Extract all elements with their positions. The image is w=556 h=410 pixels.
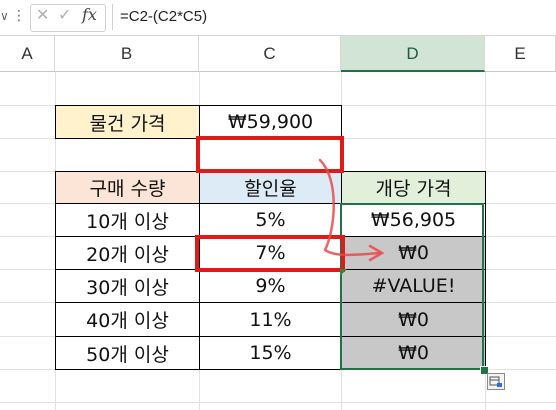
rate-value: 11% — [249, 308, 292, 331]
rate-cell[interactable]: 11% — [199, 302, 342, 337]
column-header-label: A — [21, 44, 33, 63]
qty-header: 구매 수량 — [89, 178, 166, 200]
rate-value: 9% — [255, 275, 286, 297]
insert-function-icon[interactable]: fx — [82, 5, 97, 24]
rate-value: 15% — [249, 342, 292, 364]
qty-cell[interactable]: 40개 이상 — [55, 302, 200, 337]
qty-value: 20개 이상 — [86, 243, 169, 266]
gridline — [0, 402, 556, 403]
rate-header: 할인율 — [244, 178, 297, 200]
qty-cell[interactable]: 30개 이상 — [55, 269, 200, 303]
column-header-label: D — [406, 44, 419, 63]
column-header-label: E — [514, 44, 526, 63]
price-label: 물건 가격 — [89, 112, 166, 135]
qty-header-cell[interactable]: 구매 수량 — [55, 171, 200, 204]
price-value-cell[interactable]: ₩59,900 — [199, 105, 342, 139]
rate-cell[interactable]: 9% — [199, 269, 342, 303]
qty-value: 30개 이상 — [86, 276, 169, 299]
column-header-e[interactable]: E — [485, 36, 556, 72]
name-box-dropdown-icon[interactable]: ∨ — [0, 9, 9, 23]
qty-value: 10개 이상 — [86, 210, 169, 233]
more-vert-icon[interactable]: ⋮ — [12, 8, 26, 24]
qty-cell[interactable]: 10개 이상 — [55, 203, 200, 237]
quick-analysis-glyph — [489, 376, 502, 387]
error-indicator-icon — [340, 269, 347, 276]
column-header-label: C — [263, 44, 276, 63]
rate-cell[interactable]: 15% — [199, 336, 342, 370]
column-header-d[interactable]: D — [341, 36, 485, 72]
qty-cell[interactable]: 20개 이상 — [55, 236, 200, 270]
column-header-c[interactable]: C — [199, 36, 341, 72]
enter-icon[interactable]: ✓ — [58, 5, 71, 24]
quick-analysis-icon[interactable] — [487, 373, 505, 390]
price-value: ₩59,900 — [227, 111, 314, 133]
qty-value: 40개 이상 — [86, 310, 169, 332]
column-header-label: B — [120, 44, 133, 63]
column-header-a[interactable]: A — [0, 36, 55, 72]
qty-value: 50개 이상 — [86, 343, 169, 366]
qty-cell[interactable]: 50개 이상 — [55, 336, 200, 370]
column-header-b[interactable]: B — [55, 36, 199, 72]
formula-input[interactable]: =C2-(C2*C5) — [112, 4, 556, 30]
price-label-cell[interactable]: 물건 가격 — [55, 105, 200, 139]
cancel-icon[interactable]: ✕ — [36, 5, 49, 24]
formula-bar: ∨ ⋮ ✕ ✓ fx =C2-(C2*C5) — [0, 0, 556, 36]
red-arrow-annotation — [318, 158, 385, 262]
rate-value: 5% — [255, 209, 286, 231]
